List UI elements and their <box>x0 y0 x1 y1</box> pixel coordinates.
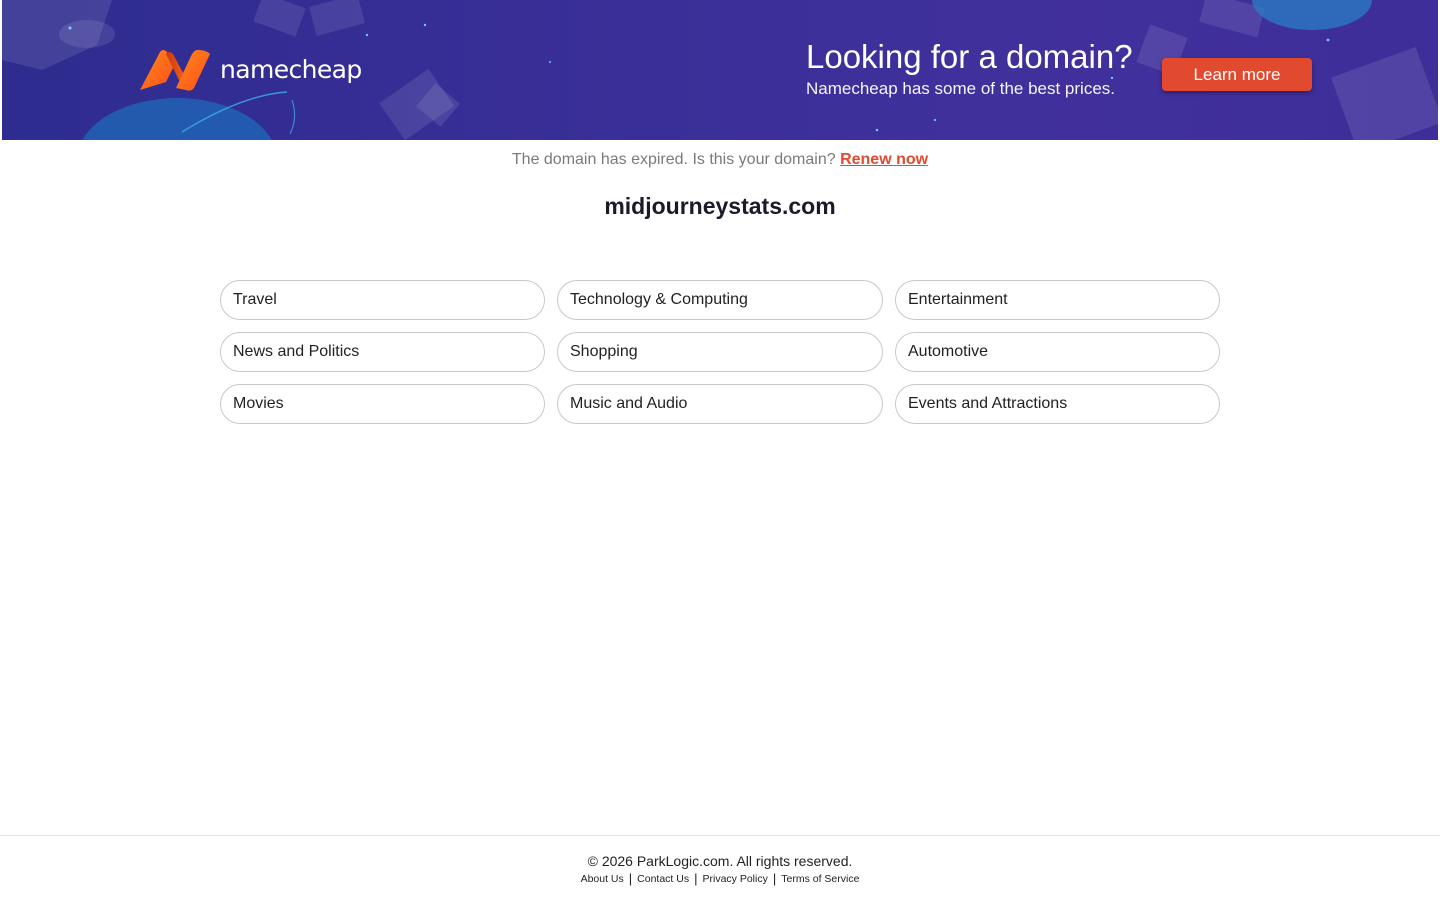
category-travel[interactable]: Travel <box>220 280 545 320</box>
promo-subheadline: Namecheap has some of the best prices. <box>806 79 1115 98</box>
category-automotive[interactable]: Automotive <box>895 332 1220 372</box>
page-footer: © 2026 ParkLogic.com. All rights reserve… <box>0 835 1440 900</box>
footer-links: About Us | Contact Us | Privacy Policy | Terms… <box>0 871 1440 886</box>
category-technology-computing[interactable]: Technology & Computing <box>557 280 883 320</box>
promo-text: Looking for a domain? Namecheap has some… <box>806 38 1133 100</box>
footer-separator: | <box>772 871 777 886</box>
footer-separator: | <box>628 871 633 886</box>
category-shopping[interactable]: Shopping <box>557 332 883 372</box>
footer-separator: | <box>694 871 698 886</box>
category-events-attractions[interactable]: Events and Attractions <box>895 384 1220 424</box>
parked-domain-page: namecheap Looking for a domain? Namechea… <box>0 0 1440 900</box>
namecheap-logo-icon <box>140 49 210 91</box>
category-entertainment[interactable]: Entertainment <box>895 280 1220 320</box>
domain-expired-notice: The domain has expired. Is this your dom… <box>0 149 1440 170</box>
domain-name-heading: midjourneystats.com <box>604 193 836 219</box>
category-movies[interactable]: Movies <box>220 384 545 424</box>
copyright-text: © 2026 ParkLogic.com. All rights reserve… <box>587 853 853 869</box>
promo-headline: Looking for a domain? <box>806 38 1133 75</box>
footer-link-privacy-policy[interactable]: Privacy Policy <box>702 873 767 885</box>
category-news-politics[interactable]: News and Politics <box>220 332 545 372</box>
learn-more-button[interactable]: Learn more <box>1162 58 1312 91</box>
renew-now-link[interactable]: Renew now <box>840 151 928 168</box>
footer-link-contact-us[interactable]: Contact Us <box>637 873 689 885</box>
namecheap-wordmark: namecheap <box>220 55 362 84</box>
namecheap-logo[interactable]: namecheap <box>138 48 362 92</box>
footer-link-terms-of-service[interactable]: Terms of Service <box>781 873 859 885</box>
category-music-audio[interactable]: Music and Audio <box>557 384 883 424</box>
expired-notice-text: The domain has expired. Is this your dom… <box>511 151 836 168</box>
related-categories-grid: Travel Technology & Computing Entertainm… <box>220 280 1220 424</box>
namecheap-promo-banner[interactable]: namecheap Looking for a domain? Namechea… <box>2 0 1438 140</box>
footer-link-about-us[interactable]: About Us <box>581 873 624 885</box>
